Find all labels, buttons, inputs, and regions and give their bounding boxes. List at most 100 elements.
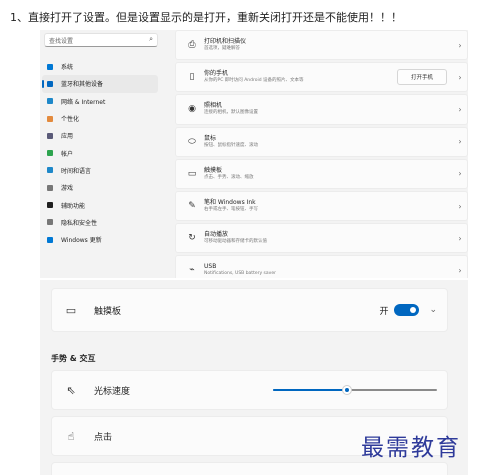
touchpad-icon: ▭ <box>65 303 77 317</box>
gamepad-icon <box>47 184 53 191</box>
device-row-text: 你的手机 从你的PC 即时访问 Android 设备的照片、文本等 <box>204 70 397 84</box>
tap-hand-icon: ☝ <box>67 429 75 443</box>
toggle-knob <box>410 307 417 313</box>
device-title: 笔和 Windows Ink <box>204 199 256 207</box>
monitor-icon <box>47 63 53 70</box>
device-title: 触摸板 <box>204 166 223 174</box>
chevron-right-icon: › <box>458 137 462 147</box>
cursor-speed-card: ⇖ 光标速度 <box>51 370 448 410</box>
watermark-text: 最需教育 <box>361 435 461 461</box>
chevron-down-icon[interactable]: ⌄ <box>429 305 437 315</box>
device-subtitle: 连接的相机，默认图像设置 <box>204 110 258 116</box>
device-row-text: 鼠标 按钮、鼠标指针速度、滚动 <box>204 135 453 149</box>
sidebar-item-label: 应用 <box>61 133 74 141</box>
device-row-text: 自动播放 可移动驱动器和存储卡的默认值 <box>204 231 453 245</box>
wifi-icon <box>47 98 53 105</box>
chevron-right-icon: › <box>458 72 462 82</box>
devices-list: ⎙ 打印机和扫描仪 首选项，疑难解答 › ▯ 你的手机 从你的PC 即时访问 Android… <box>175 30 468 278</box>
sidebar-item-label: 帐户 <box>61 150 74 158</box>
sidebar-item[interactable]: 蓝牙和其他设备 <box>42 75 158 93</box>
globe-clock-icon <box>47 167 53 174</box>
chevron-right-icon: › <box>458 201 462 211</box>
sidebar-item[interactable]: Windows 更新 <box>42 231 158 248</box>
sidebar-item[interactable]: 时间和语言 <box>42 162 158 179</box>
slider-fill <box>273 389 347 391</box>
search-icon: ⌕ <box>149 35 153 43</box>
device-row-text: 打印机和扫描仪 首选项，疑难解答 <box>204 38 453 52</box>
touchpad-toggle[interactable] <box>394 304 420 316</box>
usb-icon: ⌁ <box>189 265 195 276</box>
device-row-text: 笔和 Windows Ink 右手或左手、笔按钮、手写 <box>204 199 453 213</box>
device-subtitle: 右手或左手、笔按钮、手写 <box>204 207 258 213</box>
sidebar-item[interactable]: 隐私和安全性 <box>42 214 158 231</box>
autoplay-icon: ↻ <box>188 233 196 244</box>
camera-icon: ◉ <box>188 104 196 115</box>
sidebar-item-label: 游戏 <box>61 185 74 193</box>
sidebar-item[interactable]: 应用 <box>42 127 158 144</box>
toggle-state-text: 开 <box>379 306 389 317</box>
sidebar-item-label: 时间和语言 <box>61 167 92 175</box>
sidebar-item-label: 个性化 <box>61 116 80 124</box>
sidebar-item-label: Windows 更新 <box>61 237 102 245</box>
device-row-text: 照相机 连接的相机，默认图像设置 <box>204 102 453 116</box>
post-caption: 1、直接打开了设置。但是设置显示的是打开，重新关闭打开还是不能使用！！！ <box>10 11 402 24</box>
sidebar-item[interactable]: 系统 <box>42 58 158 75</box>
bluetooth-icon <box>47 80 53 87</box>
search-placeholder: 查找设置 <box>49 38 74 45</box>
settings-sidebar: 系统蓝牙和其他设备 网络 & Internet 个性化应用帐户时间和语言游戏辅助功能… <box>42 58 158 248</box>
chevron-right-icon: › <box>458 169 462 179</box>
device-subtitle: 点击、手势、滚动、缩放 <box>204 174 254 180</box>
person-icon <box>47 150 53 157</box>
sidebar-item[interactable]: 个性化 <box>42 110 158 127</box>
sidebar-item-label: 隐私和安全性 <box>61 219 98 227</box>
sidebar-item-label: 网络 & Internet <box>61 98 106 106</box>
sidebar-item-label: 系统 <box>61 64 74 72</box>
device-title: 鼠标 <box>204 134 217 142</box>
device-row[interactable]: ✎ 笔和 Windows Ink 右手或左手、笔按钮、手写 › <box>175 190 468 222</box>
sidebar-item[interactable]: 帐户 <box>42 144 158 161</box>
sidebar-item[interactable]: 网络 & Internet <box>42 93 158 110</box>
cursor-speed-label: 光标速度 <box>94 386 131 397</box>
device-subtitle: 首选项，疑难解答 <box>204 46 240 52</box>
device-row[interactable]: ◉ 照相机 连接的相机，默认图像设置 › <box>175 94 468 125</box>
settings-screenshot-devices: 查找设置 ⌕ 系统蓝牙和其他设备 网络 & Internet 个性化应用帐户时间和语… <box>40 30 468 278</box>
chevron-right-icon: › <box>458 104 462 114</box>
device-subtitle: Notifications, USB battery saver <box>204 271 276 277</box>
mouse-icon: ⬭ <box>188 136 196 147</box>
cursor-speed-slider[interactable] <box>273 385 437 395</box>
device-subtitle: 按钮、鼠标指针速度、滚动 <box>204 142 258 148</box>
device-row[interactable]: ▭ 触摸板 点击、手势、滚动、缩放 › <box>175 158 468 189</box>
device-row[interactable]: ⎙ 打印机和扫描仪 首选项，疑难解答 › <box>175 30 468 61</box>
search-input[interactable]: 查找设置 ⌕ <box>44 33 158 47</box>
chevron-right-icon: › <box>458 40 462 50</box>
phone-icon: ▯ <box>189 72 195 83</box>
shield-icon <box>47 219 53 226</box>
chevron-right-icon: › <box>458 265 462 275</box>
accessibility-icon <box>47 202 53 209</box>
device-subtitle: 从你的PC 即时访问 Android 设备的照片、文本等 <box>204 78 304 84</box>
update-icon <box>47 236 53 243</box>
sidebar-item-label: 蓝牙和其他设备 <box>61 81 104 89</box>
device-row[interactable]: ▯ 你的手机 从你的PC 即时访问 Android 设备的照片、文本等 打开手机 › <box>175 62 468 93</box>
device-row[interactable]: ⬭ 鼠标 按钮、鼠标指针速度、滚动 › <box>175 126 468 157</box>
device-row-text: 触摸板 点击、手势、滚动、缩放 <box>204 167 453 181</box>
chevron-right-icon: › <box>458 233 462 243</box>
sidebar-item[interactable]: 游戏 <box>42 179 158 196</box>
next-card[interactable] <box>51 462 448 475</box>
device-row[interactable]: ↻ 自动播放 可移动驱动器和存储卡的默认值 › <box>175 223 468 254</box>
slider-thumb[interactable] <box>341 385 352 395</box>
sidebar-item[interactable]: 辅助功能 <box>42 196 158 213</box>
device-title: 打印机和扫描仪 <box>204 38 247 46</box>
touchpad-card[interactable]: ▭ 触摸板 开 ⌄ <box>51 288 448 332</box>
open-phone-button[interactable]: 打开手机 <box>396 69 447 86</box>
printer-icon: ⎙ <box>188 40 196 51</box>
apps-icon <box>47 132 53 139</box>
gestures-heading: 手势 & 交互 <box>51 354 96 363</box>
device-subtitle: 可移动驱动器和存储卡的默认值 <box>204 239 267 245</box>
cursor-arrow-icon: ⇖ <box>66 383 76 397</box>
touchpad-icon: ▭ <box>187 168 197 179</box>
pen-icon: ✎ <box>188 201 196 212</box>
device-row-text: USB Notifications, USB battery saver <box>204 263 453 277</box>
device-row[interactable]: ⌁ USB Notifications, USB battery saver › <box>175 255 468 278</box>
brush-icon <box>47 115 53 122</box>
